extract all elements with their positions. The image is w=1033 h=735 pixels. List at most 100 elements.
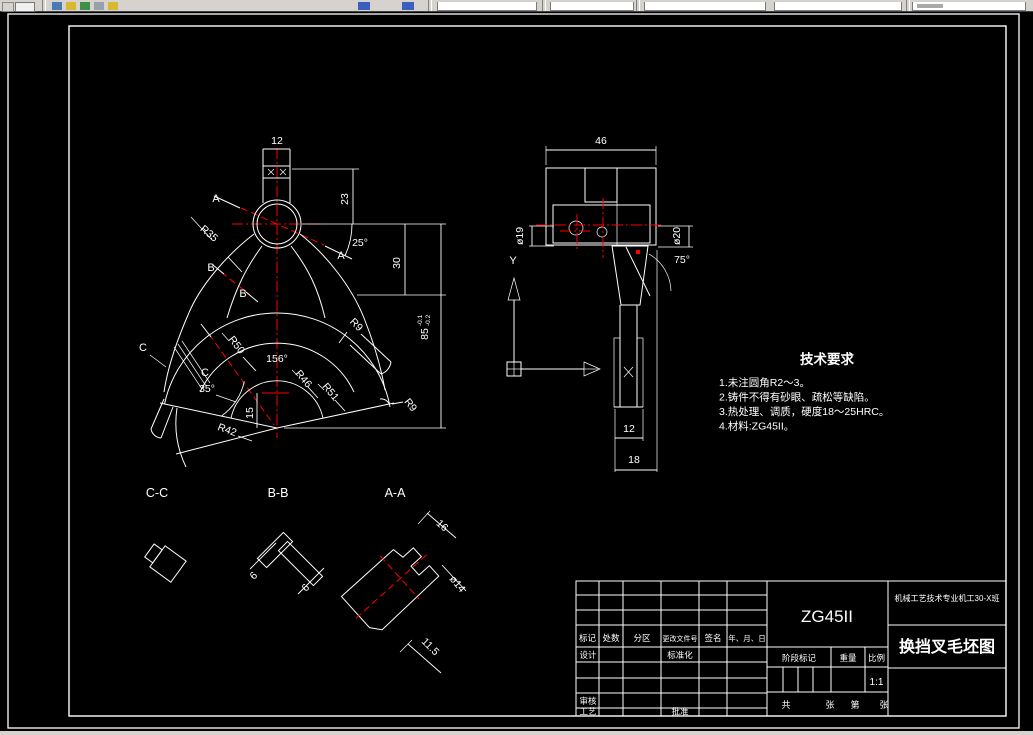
row-approve: 批准 <box>671 707 689 717</box>
toolbar-icon[interactable] <box>358 2 370 10</box>
front-view[interactable]: 12 23 25° 30 85 -0.1 -0.2 156° 35° 15 R3… <box>139 135 446 468</box>
tech-requirement-item[interactable]: 1.未注圆角R2～3。 <box>719 376 810 389</box>
toolbar-separator <box>906 0 910 11</box>
cad-canvas[interactable]: 12 23 25° 30 85 -0.1 -0.2 156° 35° 15 R3… <box>0 0 1033 735</box>
front-view-labels[interactable]: 12 23 25° 30 85 -0.1 -0.2 156° 35° 15 R3… <box>139 135 432 439</box>
side-view[interactable]: 46 ø19 ø20 75° 12 18 Y <box>506 135 693 472</box>
section-label-a1[interactable]: A <box>212 193 220 205</box>
section-label-b2[interactable]: B <box>239 288 246 300</box>
status-strip <box>0 731 1033 735</box>
toolbar-combo-4[interactable] <box>774 2 902 11</box>
toolbar-icon[interactable] <box>94 2 104 10</box>
col-header: 签名 <box>704 633 721 643</box>
title-block-text: 标记 处数 分区 更改文件号 签名 年、月、日 设计 标准化 审核 工艺 批准 … <box>579 593 999 717</box>
section-cc-view[interactable] <box>142 540 187 583</box>
sheet-total-label: 共 <box>781 700 790 710</box>
radius-r9-right[interactable]: R9 <box>401 396 419 414</box>
col-header: 更改文件号 <box>663 634 698 643</box>
col-header: 标记 <box>579 633 597 643</box>
angle-35[interactable]: 35° <box>199 383 215 395</box>
radius-r42[interactable]: R42 <box>216 421 238 439</box>
front-view-dimensions[interactable] <box>149 148 446 442</box>
section-label-b1[interactable]: B <box>207 262 214 274</box>
dim-12-stem[interactable]: 12 <box>623 423 635 435</box>
toolbar-icon[interactable] <box>52 2 62 10</box>
toolbar-combo-1[interactable] <box>437 2 537 11</box>
row-standard: 标准化 <box>667 650 693 660</box>
dim-46[interactable]: 46 <box>595 135 607 147</box>
section-aa-view[interactable]: 16 ø14 11.5 <box>336 510 468 674</box>
dim-15[interactable]: 15 <box>244 407 256 419</box>
tech-requirement-item[interactable]: 2.铸件不得有砂眼、疏松等缺陷。 <box>719 391 875 404</box>
color-swatch <box>917 4 943 8</box>
sheet-no-label: 第 <box>850 699 859 710</box>
toolbar-combo-3[interactable] <box>644 2 766 11</box>
toolbar-combo-color[interactable] <box>912 2 1026 11</box>
print-icon[interactable] <box>15 2 35 12</box>
aa-dim-d14[interactable]: ø14 <box>447 573 468 595</box>
section-aa-label[interactable]: A-A <box>385 486 407 500</box>
scale-label: 比例 <box>868 653 885 663</box>
dim-12[interactable]: 12 <box>271 135 283 147</box>
centerlines <box>208 148 325 438</box>
sheet-label: 张 <box>825 700 834 710</box>
tech-requirement-item[interactable]: 3.热处理、调质，硬度18～25HRC。 <box>719 405 889 418</box>
toolbar-separator <box>428 0 432 11</box>
section-label-a2[interactable]: A <box>337 250 345 262</box>
toolbar-icon[interactable] <box>108 2 118 10</box>
toolbar-icon[interactable] <box>80 2 90 10</box>
section-views[interactable]: C-C B-B A-A 6 6 16 ø14 11.5 <box>142 486 468 674</box>
section-bb-view[interactable]: 6 6 <box>248 531 325 595</box>
bb-dim-6a[interactable]: 6 <box>248 569 261 582</box>
side-view-body[interactable] <box>545 167 657 408</box>
sheet-frame <box>7 13 1020 729</box>
radius-r9-top[interactable]: R9 <box>347 316 365 334</box>
col-header: 分区 <box>633 633 651 643</box>
toolbar-button-icon[interactable] <box>2 2 14 12</box>
toolbar-icon[interactable] <box>402 2 414 10</box>
section-bb-label[interactable]: B-B <box>268 486 289 500</box>
dim-18[interactable]: 18 <box>628 454 640 466</box>
section-cc-label[interactable]: C-C <box>146 486 168 500</box>
row-process: 工艺 <box>579 707 596 717</box>
dim-d19[interactable]: ø19 <box>514 227 526 245</box>
dim-23[interactable]: 23 <box>339 193 351 205</box>
dim-85[interactable]: 85 -0.1 -0.2 <box>417 314 432 339</box>
dim-85-value[interactable]: 85 <box>419 328 431 340</box>
stage-mark-label: 阶段标记 <box>782 653 817 663</box>
radius-r46[interactable]: R46 <box>293 368 315 391</box>
angle-156[interactable]: 156° <box>266 353 288 365</box>
sheet-label: 张 <box>879 700 888 710</box>
material-label: ZG45II <box>801 607 853 626</box>
row-design: 设计 <box>579 650 597 660</box>
section-label-c1[interactable]: C <box>139 342 147 354</box>
toolbar-icon[interactable] <box>66 2 76 10</box>
side-view-labels[interactable]: 46 ø19 ø20 75° 12 18 <box>514 135 690 466</box>
toolbar <box>0 0 1033 12</box>
dim-85-tol-upper: -0.1 <box>417 314 424 326</box>
aa-dim-11-5[interactable]: 11.5 <box>419 636 441 658</box>
row-check: 审核 <box>579 696 597 706</box>
tech-requirements-title[interactable]: 技术要求 <box>800 351 854 367</box>
col-header: 年、月、日 <box>728 633 766 643</box>
toolbar-separator <box>542 0 546 11</box>
col-header: 处数 <box>602 633 620 643</box>
aa-dim-16[interactable]: 16 <box>434 517 451 534</box>
bb-dim-6b[interactable]: 6 <box>300 581 313 594</box>
side-view-dimensions[interactable] <box>529 146 693 472</box>
weight-label: 重量 <box>839 653 857 663</box>
angle-25[interactable]: 25° <box>352 237 368 249</box>
side-view-centerlines <box>536 198 664 258</box>
tech-requirements[interactable]: 技术要求 1.未注圆角R2～3。 2.铸件不得有砂眼、疏松等缺陷。 3.热处理、… <box>719 351 889 433</box>
tech-requirement-item[interactable]: 4.材料:ZG45II。 <box>719 420 794 433</box>
cad-window: 12 23 25° 30 85 -0.1 -0.2 156° 35° 15 R3… <box>0 0 1033 735</box>
angle-75[interactable]: 75° <box>674 254 690 266</box>
radius-r51[interactable]: R51 <box>320 381 342 404</box>
dim-d20[interactable]: ø20 <box>671 227 683 245</box>
toolbar-combo-2[interactable] <box>550 2 634 11</box>
section-label-c2[interactable]: C <box>201 367 209 379</box>
fork-outline[interactable] <box>150 149 395 468</box>
radius-r35[interactable]: R35 <box>198 223 221 245</box>
radius-r50[interactable]: R50 <box>226 334 247 357</box>
dim-30[interactable]: 30 <box>391 257 403 269</box>
